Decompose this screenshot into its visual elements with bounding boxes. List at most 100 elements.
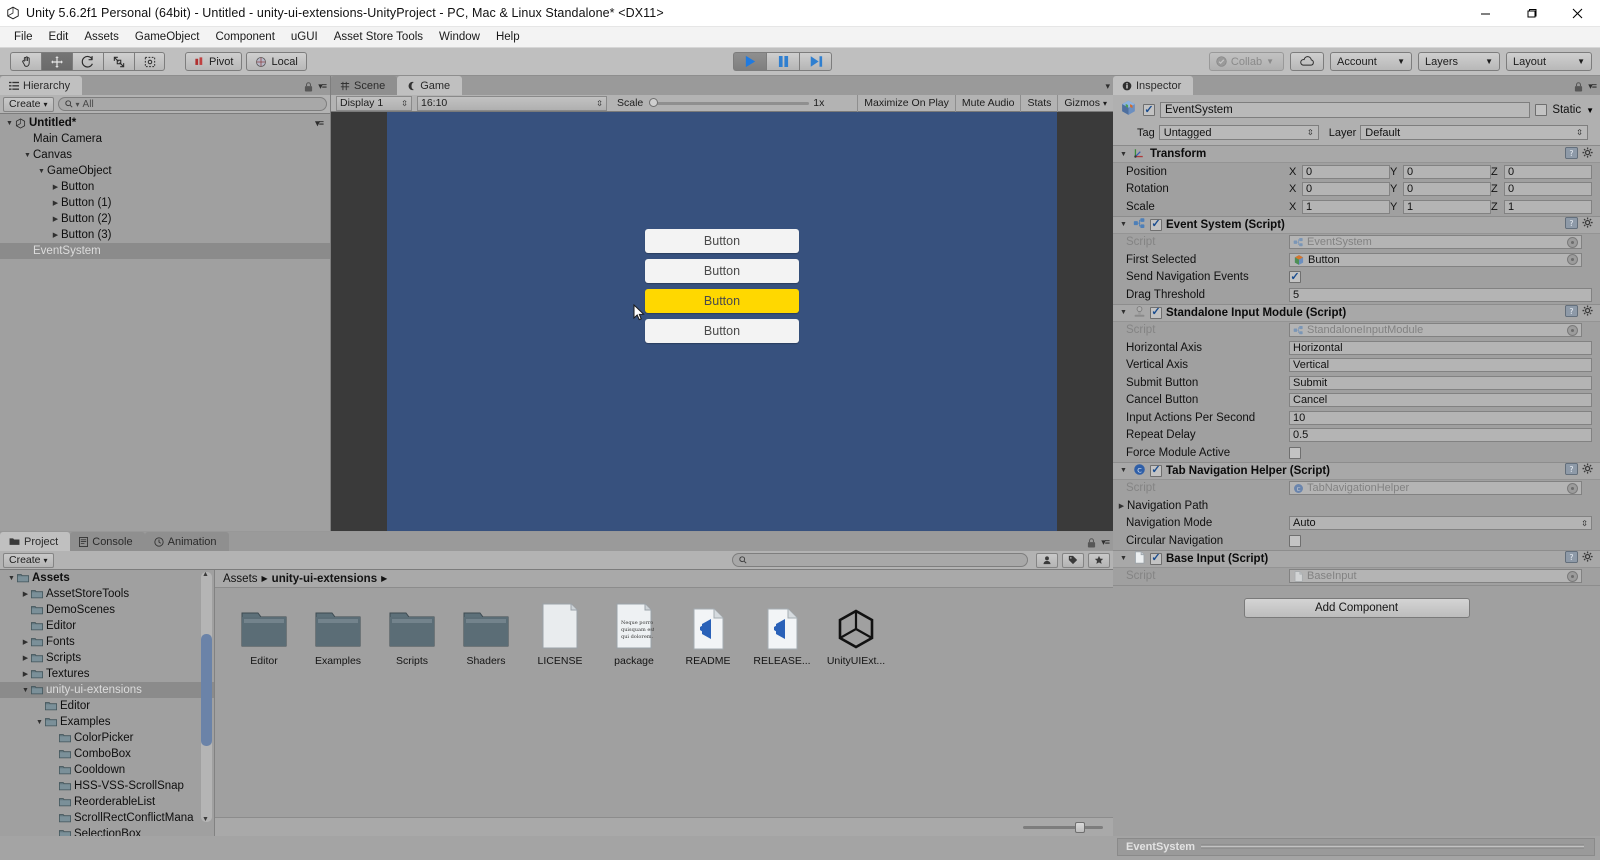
game-render-surface[interactable]: Button Button Button Button <box>387 112 1057 531</box>
maximize-on-play-button[interactable]: Maximize On Play <box>857 94 955 112</box>
component-enabled-checkbox[interactable] <box>1150 464 1162 477</box>
scale-x-input[interactable]: 1 <box>1302 199 1390 214</box>
project-tree-item-assets[interactable]: ▼ Assets <box>0 570 214 586</box>
chevron-right-icon[interactable]: ▶ <box>20 670 31 678</box>
component-header-transform[interactable]: ▼ Transform? <box>1113 146 1600 163</box>
asset-item-release[interactable]: RELEASE... <box>751 602 813 667</box>
script-object-field[interactable]: C TabNavigationHelper <box>1289 481 1582 496</box>
lock-icon[interactable] <box>1087 537 1096 548</box>
asset-item-editor[interactable]: Editor <box>233 602 295 667</box>
chevron-down-icon[interactable]: ▼ <box>36 168 47 175</box>
help-icon[interactable]: ? <box>1565 146 1578 162</box>
gizmos-button[interactable]: Gizmos ▾ <box>1057 94 1113 112</box>
game-button-1[interactable]: Button <box>645 259 799 283</box>
chevron-right-icon[interactable]: ▶ <box>50 215 61 223</box>
menu-edit[interactable]: Edit <box>41 29 77 45</box>
rotation-y-input[interactable]: 0 <box>1403 182 1491 197</box>
step-button[interactable] <box>799 52 832 71</box>
chevron-down-icon[interactable]: ▼ <box>34 719 45 726</box>
pause-button[interactable] <box>766 52 799 71</box>
project-tree-item-editor[interactable]: Editor <box>0 698 214 714</box>
project-search-input[interactable] <box>732 553 1028 567</box>
stats-button[interactable]: Stats <box>1020 94 1057 112</box>
favorite-button[interactable] <box>1088 552 1110 568</box>
hierarchy-item-canvas[interactable]: ▼ Canvas <box>0 147 330 163</box>
asset-item-examples[interactable]: Examples <box>307 602 369 667</box>
tab-hierarchy[interactable]: Hierarchy <box>0 76 83 95</box>
asset-item-unityuiext[interactable]: UnityUIExt... <box>825 602 887 667</box>
help-icon[interactable]: ? <box>1565 217 1578 232</box>
menu-assets[interactable]: Assets <box>76 29 127 45</box>
mute-audio-button[interactable]: Mute Audio <box>954 94 1021 112</box>
scale-slider[interactable] <box>649 97 810 109</box>
chevron-down-icon[interactable]: ▼ <box>1118 221 1129 228</box>
script-object-field[interactable]: BaseInput <box>1289 569 1582 584</box>
breadcrumb-assets[interactable]: Assets <box>223 573 258 585</box>
first-selected-object-field[interactable]: Button <box>1289 252 1582 267</box>
asset-item-readme[interactable]: README <box>677 602 739 667</box>
menu-help[interactable]: Help <box>488 29 528 45</box>
icon-size-slider[interactable] <box>1023 821 1103 833</box>
game-render-area[interactable]: Button Button Button Button <box>331 112 1113 531</box>
play-button[interactable] <box>733 52 766 71</box>
layer-dropdown[interactable]: Default ⇳ <box>1360 125 1588 140</box>
icon-size-knob[interactable] <box>1075 821 1085 833</box>
horizontal-axis-input[interactable]: Horizontal <box>1289 340 1592 355</box>
gear-icon[interactable] <box>1582 217 1594 232</box>
project-tree-item-reorderablelist[interactable]: ReorderableList <box>0 794 214 810</box>
layers-dropdown[interactable]: Layers ▼ <box>1418 52 1500 71</box>
display-dropdown[interactable]: Display 1 ⇳ <box>336 95 412 111</box>
object-picker-icon[interactable] <box>1567 254 1578 266</box>
circular-navigation-checkbox[interactable] <box>1289 534 1301 547</box>
hierarchy-item-eventsystem[interactable]: EventSystem <box>0 243 330 259</box>
lock-icon[interactable] <box>304 81 313 92</box>
drag-threshold-input[interactable]: 5 <box>1289 287 1592 302</box>
chevron-down-icon[interactable]: ▼ <box>1118 309 1129 316</box>
filter-by-label-button[interactable] <box>1062 552 1084 568</box>
hierarchy-menu-icon[interactable]: ▾≡ <box>318 81 327 92</box>
object-picker-icon[interactable] <box>1567 482 1578 494</box>
project-tree-item-demoscenes[interactable]: DemoScenes <box>0 602 214 618</box>
rect-tool-button[interactable] <box>134 52 165 71</box>
project-tree-item-scripts[interactable]: ▶ Scripts <box>0 650 214 666</box>
hierarchy-item-button-2[interactable]: ▶ Button (2) <box>0 211 330 227</box>
project-tree-item-unity-ui-extensions[interactable]: ▼ unity-ui-extensions <box>0 682 214 698</box>
component-header-standalone-input-module-script[interactable]: ▼ Standalone Input Module (Script)? <box>1113 304 1600 322</box>
hierarchy-item-button-1[interactable]: ▶ Button (1) <box>0 195 330 211</box>
move-tool-button[interactable] <box>41 52 72 71</box>
hierarchy-item-main-camera[interactable]: Main Camera <box>0 131 330 147</box>
force-module-active-checkbox[interactable] <box>1289 446 1301 459</box>
tab-scene[interactable]: Scene <box>331 76 398 95</box>
chevron-down-icon[interactable]: ▼ <box>4 120 15 127</box>
chevron-right-icon[interactable]: ▶ <box>50 183 61 191</box>
object-name-input[interactable]: EventSystem <box>1160 102 1531 118</box>
chevron-right-icon[interactable]: ▶ <box>20 654 31 662</box>
component-enabled-checkbox[interactable] <box>1150 552 1162 565</box>
asset-item-license[interactable]: LICENSE <box>529 602 591 667</box>
rotation-x-input[interactable]: 0 <box>1302 182 1390 197</box>
close-button[interactable] <box>1554 0 1600 27</box>
chevron-down-icon[interactable]: ▼ <box>22 152 33 159</box>
hierarchy-item-button-3[interactable]: ▶ Button (3) <box>0 227 330 243</box>
game-button-0[interactable]: Button <box>645 229 799 253</box>
help-icon[interactable]: ? <box>1565 463 1578 478</box>
project-tree-item-cooldown[interactable]: Cooldown <box>0 762 214 778</box>
cloud-button[interactable] <box>1290 52 1324 71</box>
project-tree-item-hss-vss-scrollsnap[interactable]: HSS-VSS-ScrollSnap <box>0 778 214 794</box>
hierarchy-create-button[interactable]: Create ▾ <box>3 96 54 112</box>
asset-item-shaders[interactable]: Shaders <box>455 602 517 667</box>
lock-icon[interactable] <box>1574 81 1583 92</box>
project-tree-item-editor[interactable]: Editor <box>0 618 214 634</box>
project-tree-item-combobox[interactable]: ComboBox <box>0 746 214 762</box>
tab-project[interactable]: Project <box>0 532 71 551</box>
gear-icon[interactable] <box>1582 147 1594 162</box>
chevron-right-icon[interactable]: ▶ <box>50 231 61 239</box>
asset-item-package[interactable]: Neque porro quisquam est qui dolorem. packa… <box>603 602 665 667</box>
project-tree-item-fonts[interactable]: ▶ Fonts <box>0 634 214 650</box>
project-tree-item-examples[interactable]: ▼ Examples <box>0 714 214 730</box>
scrollbar-thumb[interactable] <box>201 634 212 746</box>
object-picker-icon[interactable] <box>1567 236 1578 248</box>
maximize-button[interactable] <box>1508 0 1554 27</box>
submit-button-input[interactable]: Submit <box>1289 375 1592 390</box>
project-tree-item-textures[interactable]: ▶ Textures <box>0 666 214 682</box>
